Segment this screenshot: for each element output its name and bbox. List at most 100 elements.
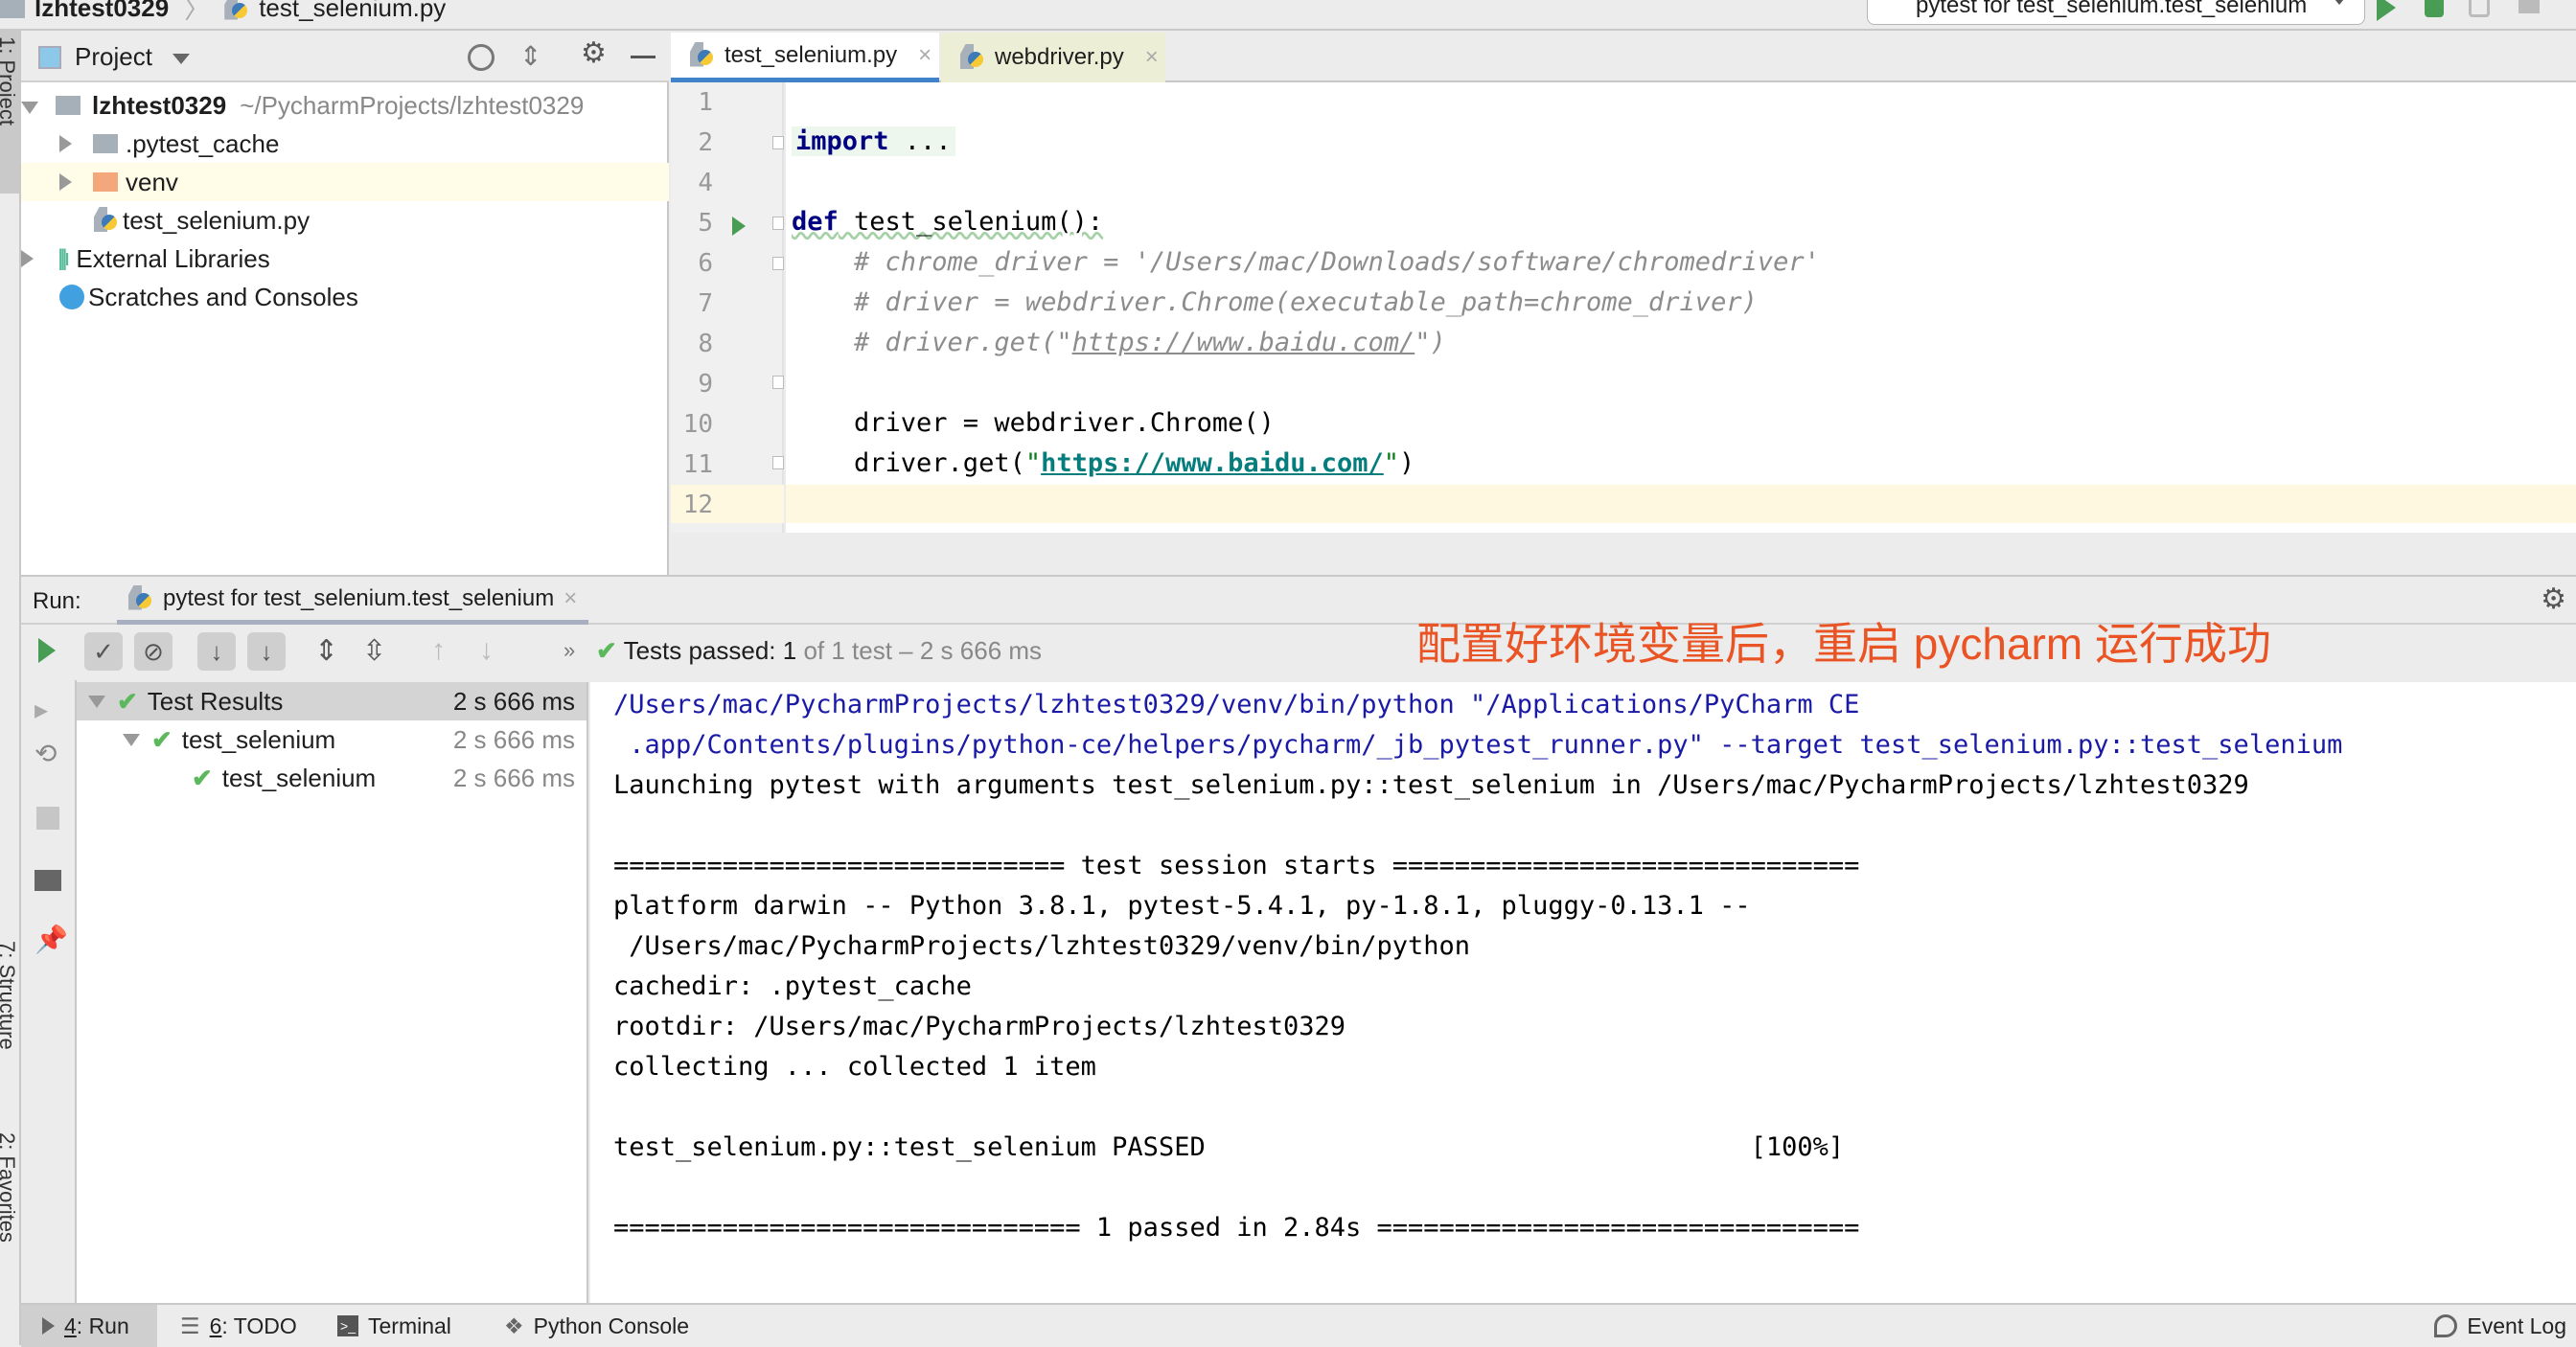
run-configuration-select[interactable]: pytest for test_selenium.test_selenium: [1867, 0, 2365, 25]
tree-item-external-libraries[interactable]: |||ı External Libraries: [21, 240, 669, 278]
show-ignored-toggle[interactable]: ⊘: [134, 632, 172, 671]
expand-icon[interactable]: [59, 168, 72, 197]
code-line-11: driver.get("https://www.baidu.com/"): [792, 448, 1415, 478]
expand-icon[interactable]: [59, 129, 72, 159]
code-line-5: def test_selenium():: [792, 207, 1104, 237]
project-view-label[interactable]: Project: [75, 42, 152, 72]
annotation-text: 配置好环境变量后，重启 pycharm 运行成功: [1416, 619, 2271, 669]
todo-tool-button[interactable]: ☰ 6: TODO: [180, 1305, 297, 1347]
close-icon[interactable]: ×: [1145, 44, 1159, 71]
run-tab[interactable]: pytest for test_selenium.test_selenium ×: [117, 577, 589, 625]
test-suite-row[interactable]: ✔ test_selenium 2 s 666 ms: [77, 720, 586, 759]
event-log-icon: [2434, 1314, 2458, 1337]
tree-item-test-selenium[interactable]: test_selenium.py: [21, 201, 669, 240]
tree-item-scratches[interactable]: Scratches and Consoles: [21, 278, 669, 316]
expand-icon[interactable]: [21, 91, 50, 121]
console-output[interactable]: /Users/mac/PycharmProjects/lzhtest0329/v…: [590, 682, 2576, 1303]
toggle-auto-test-icon[interactable]: ▸: [34, 694, 48, 725]
project-view-icon: [38, 46, 61, 69]
close-icon[interactable]: ×: [564, 585, 577, 612]
chevron-down-icon[interactable]: [172, 54, 190, 64]
next-failed-icon[interactable]: ↓: [479, 634, 494, 667]
console-line: test_selenium.py::test_selenium PASSED […: [613, 1132, 1845, 1162]
run-icon: [42, 1317, 55, 1335]
previous-failed-icon[interactable]: ↑: [431, 634, 446, 667]
fold-icon[interactable]: [772, 376, 784, 389]
stop-icon[interactable]: [2518, 0, 2540, 13]
show-passed-toggle[interactable]: ✓: [84, 632, 123, 671]
python-console-tool-button[interactable]: ❖ Python Console: [504, 1305, 689, 1347]
favorites-tool-button[interactable]: 2: Favorites: [0, 1132, 19, 1314]
python-file-icon: [960, 44, 985, 71]
console-line: platform darwin -- Python 3.8.1, pytest-…: [613, 891, 1751, 921]
fold-icon[interactable]: [772, 456, 784, 469]
sort-alphabetically-toggle[interactable]: ↓: [197, 632, 236, 671]
navigation-bar: lzhtest0329 〉 test_selenium.py pytest fo…: [0, 0, 2576, 31]
console-line: rootdir: /Users/mac/PycharmProjects/lzht…: [613, 1012, 1346, 1041]
chevron-right-icon: 〉: [184, 0, 210, 24]
rerun-failed-icon[interactable]: ⟲: [34, 738, 57, 769]
debug-icon[interactable]: [2425, 0, 2444, 17]
tree-item-venv[interactable]: venv: [21, 163, 669, 201]
terminal-tool-button[interactable]: >_ Terminal: [337, 1305, 451, 1347]
python-file-icon: [690, 42, 715, 69]
console-line: ============================== 1 passed …: [613, 1213, 1860, 1243]
run-configuration-label: pytest for test_selenium.test_selenium: [1916, 0, 2308, 18]
check-icon: ✔: [117, 686, 138, 716]
code-line-6: # chrome_driver = '/Users/mac/Downloads/…: [792, 247, 1820, 277]
fold-icon[interactable]: [772, 257, 784, 270]
collapse-all-icon[interactable]: ⇕: [519, 40, 541, 72]
run-side-toolbar: ▸ ⟲ 📌: [21, 680, 77, 1303]
rerun-icon[interactable]: [38, 638, 56, 663]
sort-by-duration-toggle[interactable]: ↓: [247, 632, 286, 671]
locate-file-icon[interactable]: [468, 44, 494, 71]
breadcrumb-project[interactable]: lzhtest0329: [34, 0, 169, 23]
code-line-8: # driver.get("https://www.baidu.com/"): [792, 328, 1446, 357]
fold-icon[interactable]: [772, 217, 784, 230]
event-log-button[interactable]: Event Log: [2434, 1305, 2566, 1347]
tree-item-pytest-cache[interactable]: .pytest_cache: [21, 125, 669, 163]
run-with-coverage-icon[interactable]: [2469, 0, 2490, 17]
url-link[interactable]: https://www.baidu.com/: [1041, 448, 1384, 478]
breadcrumb: lzhtest0329 〉 test_selenium.py: [0, 0, 446, 26]
folder-icon: [93, 172, 118, 192]
tree-item-project-root[interactable]: lzhtest0329 ~/PycharmProjects/lzhtest032…: [21, 86, 669, 125]
tab-webdriver[interactable]: webdriver.py ×: [941, 33, 1165, 82]
run-tool-button[interactable]: 4: Run: [21, 1305, 157, 1347]
breadcrumb-file[interactable]: test_selenium.py: [259, 0, 446, 23]
current-line-highlight: [786, 485, 2576, 523]
pin-icon[interactable]: 📌: [34, 924, 68, 955]
hide-icon[interactable]: [631, 56, 656, 58]
check-icon: ✔: [192, 763, 213, 792]
gear-icon[interactable]: ⚙: [2541, 582, 2566, 616]
gear-icon[interactable]: ⚙: [581, 36, 607, 70]
terminal-icon: >_: [337, 1315, 358, 1336]
expand-icon[interactable]: [21, 244, 50, 274]
python-file-icon: [94, 207, 119, 234]
stop-icon[interactable]: [36, 807, 59, 830]
code-editor[interactable]: import ... def test_selenium(): # chrome…: [786, 82, 2576, 533]
console-line: ============================= test sessi…: [613, 851, 1860, 880]
test-case-row[interactable]: ✔ test_selenium 2 s 666 ms: [77, 759, 586, 797]
run-gutter-icon[interactable]: [732, 217, 746, 236]
more-icon[interactable]: »: [564, 638, 575, 663]
check-icon: ✔: [596, 636, 617, 665]
collapse-all-icon[interactable]: ⇳: [362, 634, 386, 668]
run-icon[interactable]: [2377, 0, 2396, 21]
folder-icon: [93, 134, 118, 153]
bottom-tool-bar: 4: Run ☰ 6: TODO >_ Terminal ❖ Python Co…: [21, 1303, 2576, 1347]
layout-icon[interactable]: [34, 870, 61, 891]
code-line-2: import ...: [792, 126, 955, 156]
expand-icon: [123, 733, 140, 746]
fold-icon[interactable]: [772, 136, 784, 149]
tool-window-stripe: 1: Project 7: Structure 2: Favorites: [0, 31, 21, 1345]
console-line: Launching pytest with arguments test_sel…: [613, 770, 2249, 800]
folder-icon: [0, 0, 25, 18]
project-tool-button[interactable]: 1: Project: [0, 31, 19, 194]
close-icon[interactable]: ×: [918, 42, 932, 69]
structure-tool-button[interactable]: 7: Structure: [0, 941, 19, 1123]
code-line-10: driver = webdriver.Chrome(): [792, 408, 1275, 438]
expand-all-icon[interactable]: ⇕: [314, 634, 338, 668]
test-results-root[interactable]: ✔ Test Results 2 s 666 ms: [77, 682, 586, 720]
tab-test-selenium[interactable]: test_selenium.py ×: [671, 33, 939, 82]
